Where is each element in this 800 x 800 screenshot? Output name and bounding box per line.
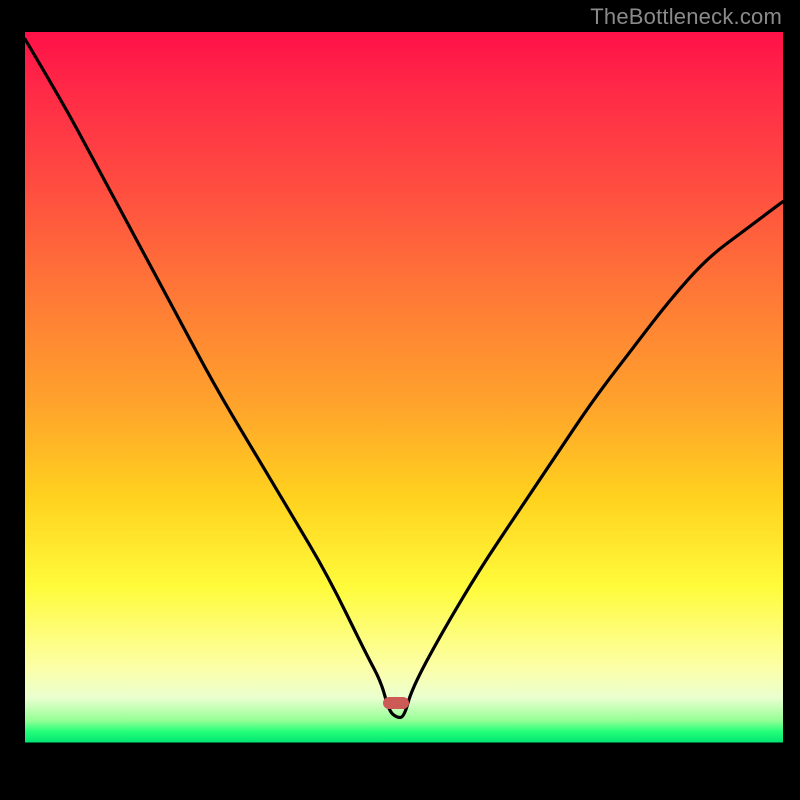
bottleneck-curve	[25, 32, 783, 772]
curve-path	[25, 39, 783, 717]
plot-area	[25, 32, 783, 772]
minimum-marker	[383, 697, 409, 709]
watermark-text: TheBottleneck.com	[590, 4, 782, 30]
chart-frame: TheBottleneck.com	[0, 0, 800, 800]
